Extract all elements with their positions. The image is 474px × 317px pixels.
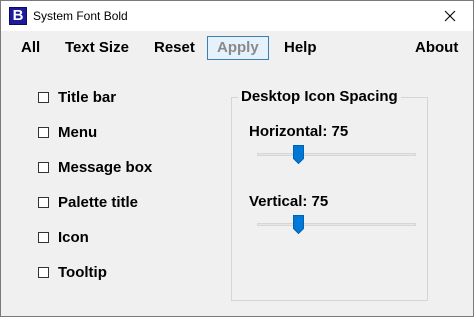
checkbox-label: Icon [58, 228, 89, 246]
checkbox-label: Palette title [58, 193, 139, 211]
close-icon [444, 10, 456, 22]
checkbox-label: Menu [58, 123, 98, 141]
checkbox-label: Message box [58, 158, 153, 176]
checkbox-message-box[interactable]: Message box [38, 157, 152, 177]
menu-reset[interactable]: Reset [154, 37, 195, 59]
checkbox-title-bar[interactable]: Title bar [38, 87, 116, 107]
title-bar: B System Font Bold [1, 1, 473, 31]
checkbox-box[interactable] [38, 161, 49, 173]
checkbox-box[interactable] [38, 196, 49, 208]
vertical-spacing-slider[interactable] [257, 215, 416, 235]
checkbox-menu[interactable]: Menu [38, 122, 97, 142]
close-button[interactable] [427, 1, 473, 31]
checkbox-icon[interactable]: Icon [38, 227, 89, 247]
checkbox-box[interactable] [38, 266, 49, 278]
slider-track [257, 153, 416, 156]
apply-button[interactable]: Apply [207, 36, 269, 60]
slider-thumb[interactable] [293, 145, 305, 164]
menu-text-size[interactable]: Text Size [65, 37, 129, 59]
app-window: B System Font Bold All Text Size Reset A… [0, 0, 474, 317]
menu-bar: All Text Size Reset Apply Help About [1, 31, 473, 65]
checkbox-tooltip[interactable]: Tooltip [38, 262, 107, 282]
checkbox-box[interactable] [38, 91, 49, 103]
checkbox-box[interactable] [38, 126, 49, 138]
menu-about[interactable]: About [415, 37, 458, 59]
icon-spacing-group-title: Desktop Icon Spacing [238, 88, 401, 105]
checkbox-palette-title[interactable]: Palette title [38, 192, 138, 212]
horizontal-spacing-label: Horizontal: 75 [249, 123, 349, 140]
slider-track [257, 223, 416, 226]
horizontal-spacing-slider[interactable] [257, 145, 416, 165]
checkbox-box[interactable] [38, 231, 49, 243]
checkbox-label: Title bar [58, 88, 117, 106]
menu-all[interactable]: All [21, 37, 40, 59]
app-icon: B [9, 7, 27, 25]
checkbox-label: Tooltip [58, 263, 107, 281]
window-title: System Font Bold [33, 9, 128, 23]
vertical-spacing-label: Vertical: 75 [249, 193, 329, 210]
menu-help[interactable]: Help [284, 37, 317, 59]
slider-thumb[interactable] [293, 215, 305, 234]
